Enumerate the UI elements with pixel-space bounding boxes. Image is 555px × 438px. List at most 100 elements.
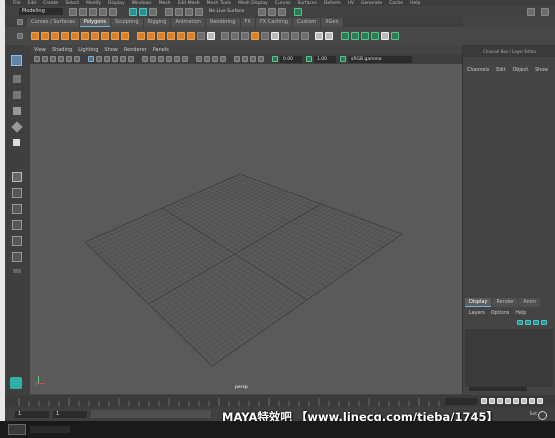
layer-move-down-icon[interactable]: [525, 319, 531, 325]
channel-box-tab[interactable]: Channel Box / Layer Editor: [483, 49, 536, 54]
multicut-icon[interactable]: [251, 32, 259, 40]
uv-layout-icon[interactable]: [361, 32, 369, 40]
poly-cone-icon[interactable]: [61, 32, 69, 40]
sound-icon[interactable]: [538, 411, 547, 420]
isolate-select-icon[interactable]: [234, 56, 240, 62]
viewport-menu-item-view[interactable]: View: [34, 47, 46, 53]
scale-tool-icon[interactable]: [13, 139, 20, 146]
exposure-icon[interactable]: [272, 56, 278, 62]
ambient-occlusion-icon[interactable]: [196, 56, 202, 62]
menu-item-mesh[interactable]: Mesh: [159, 1, 171, 6]
resolution-gate-icon[interactable]: [104, 56, 110, 62]
color-space-dropdown[interactable]: sRGB gamma: [348, 55, 412, 63]
channel-box-menu-item-edit[interactable]: Edit: [496, 68, 505, 73]
snap-grid-icon[interactable]: [165, 7, 173, 16]
menu-item-display[interactable]: Display: [108, 1, 125, 6]
shelf-tab-fx[interactable]: FX: [240, 17, 255, 27]
anti-alias-icon[interactable]: [212, 56, 218, 62]
poly-soccerball-icon[interactable]: [167, 32, 175, 40]
wireframe-icon[interactable]: [142, 56, 148, 62]
uv-cut-icon[interactable]: [371, 32, 379, 40]
channel-box-menu-item-channels[interactable]: Channels: [467, 68, 489, 73]
toggle-channel-box-icon[interactable]: [541, 7, 549, 16]
shadows-icon[interactable]: [182, 56, 188, 62]
layout-hypershade-icon[interactable]: [12, 252, 22, 262]
rotate-tool-icon[interactable]: [11, 121, 23, 133]
layout-outliner-icon[interactable]: [12, 220, 22, 230]
menu-item-mesh-tools[interactable]: Mesh Tools: [207, 1, 231, 6]
camera-select-icon[interactable]: [34, 56, 40, 62]
safe-action-icon[interactable]: [128, 56, 134, 62]
menu-item-curves[interactable]: Curves: [275, 1, 291, 6]
poly-disc-icon[interactable]: [91, 32, 99, 40]
move-tool-icon[interactable]: [13, 107, 21, 115]
backface-icon[interactable]: [258, 56, 264, 62]
taskbar-app-icon[interactable]: [8, 424, 26, 435]
poly-plane-icon[interactable]: [81, 32, 89, 40]
snap-point-icon[interactable]: [185, 7, 193, 16]
new-scene-icon[interactable]: [69, 7, 77, 16]
poly-cube-icon[interactable]: [41, 32, 49, 40]
smooth-shade-icon[interactable]: [150, 56, 156, 62]
layer-move-up-icon[interactable]: [517, 319, 523, 325]
planar-map-icon[interactable]: [315, 32, 323, 40]
range-bar[interactable]: [91, 410, 211, 418]
menu-item-edit-mesh[interactable]: Edit Mesh: [178, 1, 200, 6]
target-weld-icon[interactable]: [261, 32, 269, 40]
menu-item-help[interactable]: Help: [410, 1, 420, 6]
menu-item-generate[interactable]: Generate: [361, 1, 382, 6]
poly-prism-icon[interactable]: [121, 32, 129, 40]
poly-pyramid-icon[interactable]: [111, 32, 119, 40]
gamma-icon[interactable]: [306, 56, 312, 62]
poly-pipe-icon[interactable]: [137, 32, 145, 40]
play-back-icon[interactable]: [505, 398, 511, 404]
shelf-tab-sculpting[interactable]: Sculpting: [111, 17, 143, 27]
xray-icon[interactable]: [242, 56, 248, 62]
menu-item-modify[interactable]: Modify: [86, 1, 101, 6]
uv-unfold-icon[interactable]: [351, 32, 359, 40]
snap-curve-icon[interactable]: [175, 7, 183, 16]
auto-map-icon[interactable]: [325, 32, 333, 40]
step-forward-icon[interactable]: [521, 398, 527, 404]
viewport-menu-item-renderer[interactable]: Renderer: [124, 47, 147, 53]
shelf-tab-rigging[interactable]: Rigging: [143, 17, 171, 27]
select-hierarchy-icon[interactable]: [129, 7, 137, 16]
shelf-tab-custom[interactable]: Custom: [292, 17, 321, 27]
uv-sew-icon[interactable]: [391, 32, 399, 40]
live-surface-label[interactable]: No Live Surface: [209, 9, 244, 14]
grease-pencil-icon[interactable]: [74, 56, 80, 62]
field-chart-icon[interactable]: [120, 56, 126, 62]
menu-item-deform[interactable]: Deform: [324, 1, 341, 6]
menu-item-create[interactable]: Create: [43, 1, 58, 6]
current-frame-field[interactable]: [445, 397, 477, 405]
camera-attrs-icon[interactable]: [42, 56, 48, 62]
poly-gear-icon[interactable]: [157, 32, 165, 40]
combine-icon[interactable]: [177, 32, 185, 40]
layer-editor-tab-display[interactable]: Display: [465, 298, 492, 307]
gate-mask-icon[interactable]: [112, 56, 118, 62]
smooth-icon[interactable]: [197, 32, 205, 40]
exposure-field[interactable]: 0.00: [280, 55, 302, 63]
shelf-tab-xgen[interactable]: XGen: [321, 17, 343, 27]
menu-item-select[interactable]: Select: [65, 1, 79, 6]
bookmark-icon[interactable]: [50, 56, 56, 62]
channel-box-menu-item-object[interactable]: Object: [513, 68, 529, 73]
channel-box-menu-item-show[interactable]: Show: [535, 68, 548, 73]
layout-four-icon[interactable]: [12, 188, 22, 198]
select-object-icon[interactable]: [139, 7, 147, 16]
menu-item-edit[interactable]: Edit: [28, 1, 37, 6]
menu-item-file[interactable]: File: [13, 1, 21, 6]
ipr-render-icon[interactable]: [268, 7, 277, 16]
shelf-tab-rendering[interactable]: Rendering: [205, 17, 240, 27]
step-forward-key-icon[interactable]: [529, 398, 535, 404]
wireframe-on-shaded-icon[interactable]: [158, 56, 164, 62]
image-plane-icon[interactable]: [58, 56, 64, 62]
shelf-tab-polygons[interactable]: Polygons: [79, 17, 111, 27]
toggle-modeling-toolkit-icon[interactable]: [527, 7, 535, 16]
2d-pan-icon[interactable]: [66, 56, 72, 62]
bevel-icon[interactable]: [241, 32, 249, 40]
gamma-field[interactable]: 1.00: [314, 55, 336, 63]
menu-item-surfaces[interactable]: Surfaces: [297, 1, 317, 6]
poly-sphere-icon[interactable]: [31, 32, 39, 40]
viewport-menu-item-shading[interactable]: Shading: [52, 47, 72, 53]
